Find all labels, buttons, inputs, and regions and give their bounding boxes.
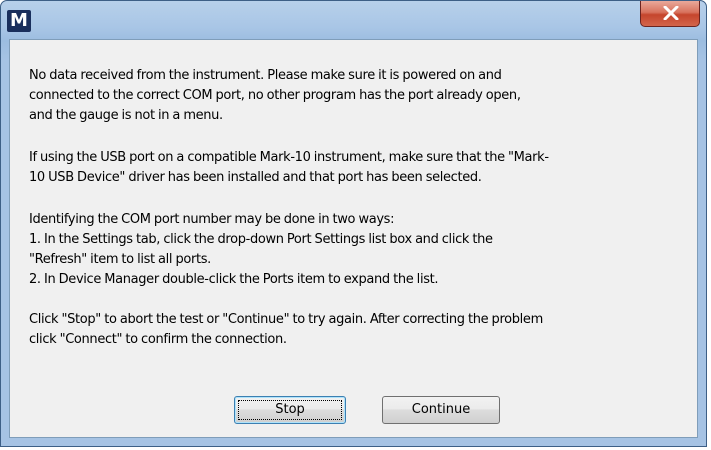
message-paragraph-connection: No data received from the instrument. Pl… (29, 66, 689, 126)
message-paragraph-usb: If using the USB port on a compatible Ma… (29, 148, 689, 188)
message-line: "Refresh" item to list all ports. (29, 252, 211, 267)
continue-button[interactable]: Continue (382, 396, 500, 424)
message-line: and the gauge is not in a menu. (29, 108, 223, 123)
message-paragraph-instructions: Click "Stop" to abort the test or "Conti… (29, 310, 689, 350)
stop-button[interactable]: Stop (234, 396, 346, 424)
message-line: Click "Stop" to abort the test or "Conti… (29, 312, 543, 327)
message-line: 1. In the Settings tab, click the drop-d… (29, 232, 493, 247)
close-icon (663, 6, 679, 20)
message-line: 10 USB Device" driver has been installed… (29, 170, 482, 185)
dialog-content: No data received from the instrument. Pl… (9, 39, 698, 438)
message-paragraph-com-port: Identifying the COM port number may be d… (29, 210, 689, 290)
message-line: connected to the correct COM port, no ot… (29, 88, 521, 103)
error-dialog-window: M No data received from the instrument. … (0, 0, 707, 447)
mark-10-logo-icon[interactable]: M (7, 10, 31, 32)
stop-button-label: Stop (275, 402, 305, 417)
message-line: No data received from the instrument. Pl… (29, 68, 502, 83)
message-line: 2. In Device Manager double-click the Po… (29, 272, 439, 287)
message-line: Identifying the COM port number may be d… (29, 212, 395, 227)
title-bar[interactable]: M (1, 1, 706, 39)
message-line: click "Connect" to confirm the connectio… (29, 332, 287, 347)
message-line: If using the USB port on a compatible Ma… (29, 150, 549, 165)
close-button[interactable] (640, 1, 700, 27)
continue-button-label: Continue (411, 402, 471, 417)
